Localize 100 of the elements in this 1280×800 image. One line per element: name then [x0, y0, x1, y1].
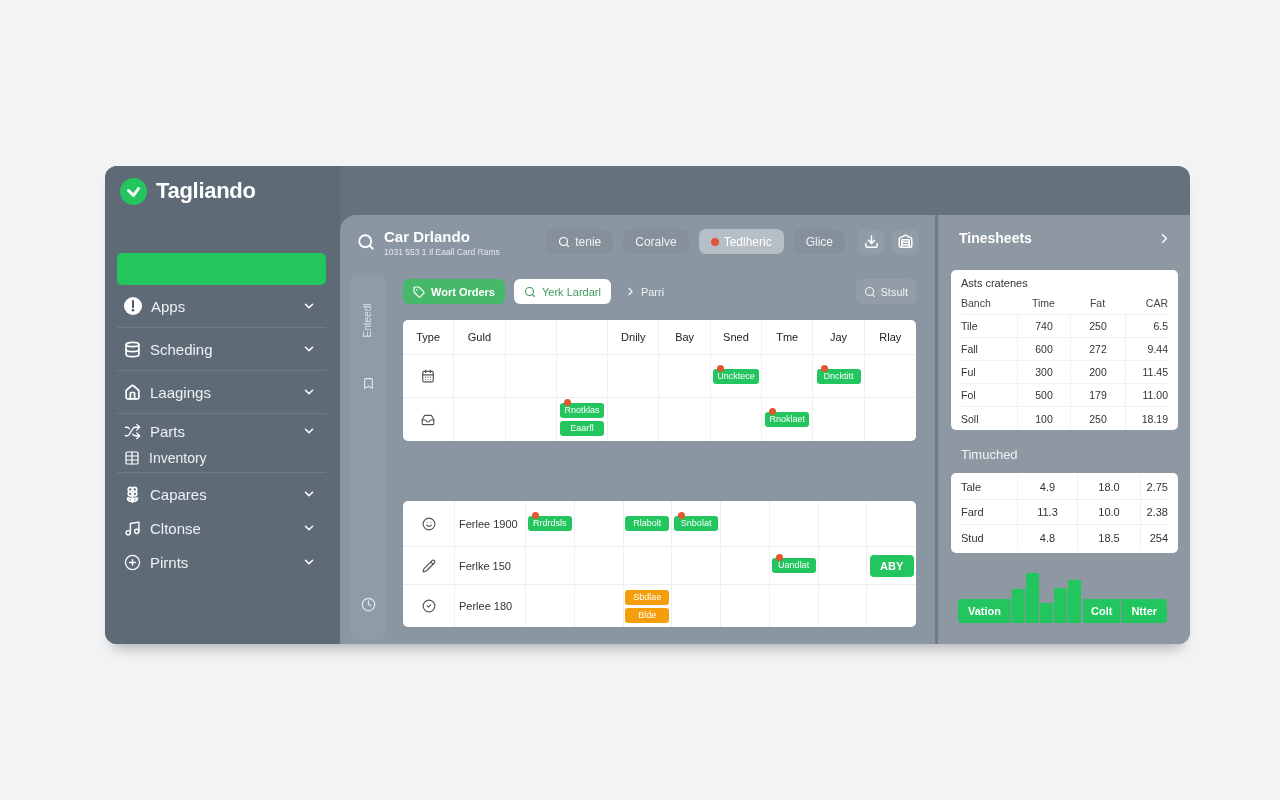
column-header: Type	[403, 320, 455, 354]
table-cell: 254	[1140, 525, 1168, 550]
status-dot-icon	[710, 237, 719, 246]
inbox-icon	[421, 412, 436, 427]
table-cell-text: Tile	[961, 319, 979, 334]
breadcrumb-link[interactable]: Parri	[619, 279, 669, 304]
event-chip[interactable]: Uandlat	[771, 558, 816, 573]
action-button[interactable]: Vation	[958, 599, 1011, 623]
table-cell: 179	[1070, 384, 1125, 406]
warehouse-icon	[897, 234, 913, 249]
database-icon	[124, 340, 141, 358]
sidebar-item[interactable]: Parts	[117, 416, 326, 446]
section-title: Timuched	[960, 446, 1019, 464]
card-title: Asts cratenes	[961, 276, 1029, 291]
event-chip[interactable]: Rrdrdsls	[527, 516, 572, 531]
event-chip[interactable]: Rnotklas	[560, 403, 605, 418]
table-icon	[124, 450, 140, 466]
alert-circle-icon	[124, 297, 142, 315]
panel-title: Tinesheets	[959, 230, 1032, 246]
flower-icon	[124, 485, 141, 503]
page-title: Car Drlando	[384, 228, 471, 245]
shuffle-icon	[124, 422, 141, 440]
sidebar-item[interactable]: Inventory	[117, 446, 326, 470]
table-cell: 18.0	[1077, 475, 1140, 499]
column-header: Tme	[762, 320, 814, 354]
event-chip[interactable]: Uncktece	[713, 368, 759, 384]
house-icon	[124, 383, 141, 401]
table-cell-text: Fol	[961, 388, 977, 403]
event-chip[interactable]: Rlabolt	[625, 516, 670, 531]
column-header: Dnily	[608, 320, 660, 354]
column-header: Guld	[454, 320, 506, 354]
table-cell: 2.75	[1140, 475, 1168, 499]
download-button[interactable]	[858, 228, 884, 255]
column-header: Jay	[813, 320, 865, 354]
table-cell: 11.45	[1125, 361, 1168, 383]
column-header: CAR	[1144, 295, 1168, 311]
table-cell: 272	[1070, 338, 1125, 360]
column-header: Rlay	[878, 330, 903, 345]
table-cell-text: Soll	[961, 411, 980, 427]
sidebar-item[interactable]: Laagings	[117, 375, 326, 409]
event-chip[interactable]: Snbolat	[674, 516, 719, 531]
column-header: Banch	[961, 295, 992, 311]
column-header: Time	[1031, 295, 1056, 311]
calendar-icon	[421, 369, 436, 383]
check-circle-icon	[421, 599, 436, 613]
action-button[interactable]: Colt	[1083, 599, 1121, 623]
cell-button[interactable]: ABY	[869, 554, 914, 577]
search-button[interactable]: Stsult	[856, 279, 916, 304]
table-cell-text: Ferlke 150	[458, 559, 511, 572]
tab[interactable]: Glice	[793, 229, 845, 254]
table-cell: 4.8	[1017, 525, 1077, 550]
rail-label: Enteedl	[362, 303, 374, 337]
table-cell-text: Perlee 180	[458, 600, 513, 612]
warehouse-button[interactable]	[892, 228, 918, 255]
filter-chip[interactable]: Wort Orders	[403, 279, 505, 304]
tab[interactable]: tenie	[546, 229, 614, 254]
smiley-icon	[421, 516, 436, 531]
pencil-icon	[421, 558, 436, 573]
tag-icon	[413, 285, 425, 298]
table-cell: 11.00	[1125, 384, 1168, 406]
table-cell-text: Ful	[961, 365, 977, 380]
tab[interactable]: Coralve	[623, 229, 689, 254]
table-cell: 300	[1017, 361, 1070, 383]
sidebar-item[interactable]: Pirnts	[117, 545, 326, 579]
logo-icon	[120, 177, 147, 205]
music-note-icon	[124, 519, 141, 537]
download-icon	[863, 234, 879, 249]
column-header: Fat	[1088, 295, 1107, 311]
event-chip[interactable]: Eaarfl	[560, 421, 605, 436]
search-icon	[524, 285, 536, 298]
sidebar-item[interactable]: Scheding	[117, 332, 326, 366]
sidebar-item[interactable]: Cltonse	[117, 511, 326, 545]
plus-circle-icon	[124, 553, 141, 571]
event-chip[interactable]: Blde	[625, 607, 670, 623]
search-icon	[558, 235, 571, 248]
column-header: Bay	[659, 320, 711, 354]
table-cell: 250	[1070, 315, 1125, 337]
table-cell: 11.3	[1017, 500, 1077, 524]
table-cell: 10.0	[1077, 500, 1140, 524]
table-cell: 200	[1070, 361, 1125, 383]
clock-icon	[360, 597, 376, 612]
search-icon[interactable]	[357, 232, 375, 251]
table-cell-text: Fall	[961, 342, 979, 357]
column-header: Sned	[710, 320, 763, 354]
search-icon	[864, 285, 877, 298]
table-cell: 100	[1017, 407, 1070, 430]
event-chip[interactable]: Dncktitt	[816, 368, 861, 384]
bar-chart	[1012, 572, 1082, 623]
table-cell: 2.38	[1140, 500, 1168, 524]
tab[interactable]: Tedlheric	[698, 229, 784, 254]
sidebar-item[interactable]: Apps	[117, 289, 326, 323]
bookmark-icon	[361, 377, 375, 390]
app-name: Tagliando	[156, 178, 256, 204]
table-cell-text: Fard	[961, 505, 985, 520]
filter-chip[interactable]: Yerk Lardarl	[514, 279, 611, 304]
event-chip[interactable]: Rnoklaet	[765, 412, 810, 427]
action-button[interactable]: Ntter	[1121, 599, 1168, 623]
sidebar-item[interactable]: Capares	[117, 477, 326, 511]
table-cell: 600	[1017, 338, 1070, 360]
event-chip[interactable]: Sbdlae	[625, 589, 670, 605]
